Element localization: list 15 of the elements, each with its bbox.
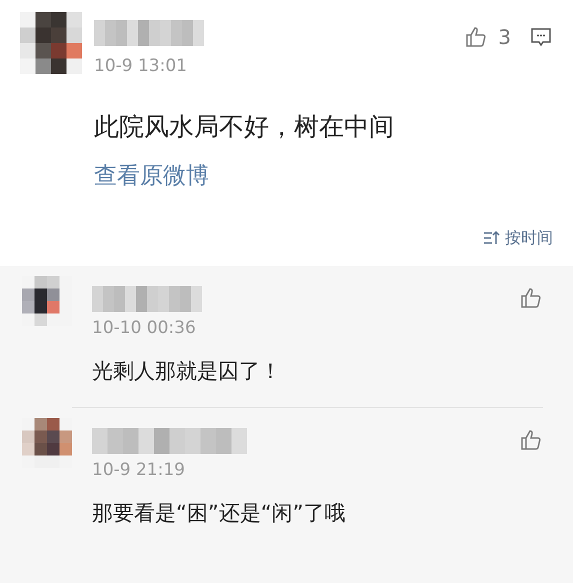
like-count: 3 [498,24,511,51]
comment-text: 此院风水局不好，树在中间 [94,110,395,142]
thumbs-up-icon[interactable] [519,286,543,310]
reply-text: 光剩人那就是囚了！ [92,358,282,384]
avatar-icon [22,418,72,468]
sort-icon [483,230,501,246]
view-original-link[interactable]: 查看原微博 [94,159,209,194]
thumbs-up-icon[interactable] [519,428,543,452]
sort-by-time-button[interactable]: 按时间 [483,226,553,250]
reply-time: 10-9 21:19 [92,459,186,482]
thumbs-up-icon[interactable] [464,25,488,49]
reply-time: 10-10 00:36 [92,317,197,340]
avatar-icon [20,12,82,74]
comment-time: 10-9 13:01 [94,55,188,78]
reply-text: 那要看是“困”还是“闲”了哦 [92,500,347,526]
